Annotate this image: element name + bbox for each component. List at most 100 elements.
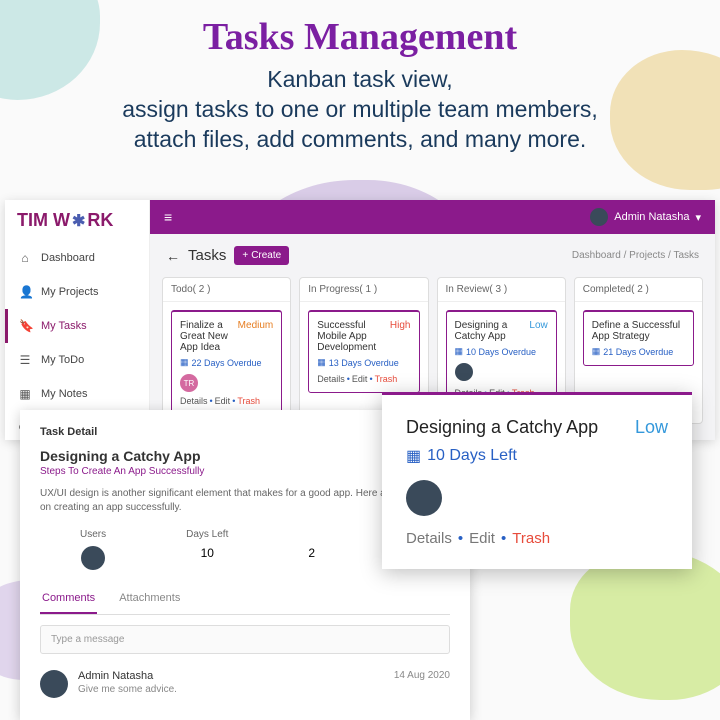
priority-badge: Low (529, 320, 547, 342)
task-card[interactable]: Successful Mobile App DevelopmentHigh ▦1… (308, 310, 419, 393)
user-name: Admin Natasha (614, 211, 689, 223)
note-icon: ▦ (19, 387, 31, 401)
hero-title: Tasks Management (0, 15, 720, 59)
chevron-down-icon: ▾ (695, 211, 701, 224)
sidebar-item-notes[interactable]: ▦ My Notes (5, 377, 149, 411)
zoom-due: ▦ 10 Days Left (406, 446, 668, 466)
user-avatar (81, 546, 105, 570)
sidebar: TIM W✱RK ⌂ Dashboard 👤 My Projects 🔖 My Tas… (5, 200, 150, 440)
sidebar-item-projects[interactable]: 👤 My Projects (5, 275, 149, 309)
column-header: In Review( 3 ) (438, 278, 565, 302)
zoom-priority: Low (635, 417, 668, 438)
column-header: Todo( 2 ) (163, 278, 290, 302)
zoom-avatar (406, 480, 442, 516)
user-icon: 👤 (19, 285, 31, 299)
card-title: Successful Mobile App Development (317, 320, 386, 353)
sidebar-item-dashboard[interactable]: ⌂ Dashboard (5, 241, 149, 275)
crumb[interactable]: Projects (629, 250, 665, 261)
card-title: Define a Successful App Strategy (592, 320, 685, 342)
star-icon: ✱ (72, 211, 85, 231)
sidebar-item-todo[interactable]: ☰ My ToDo (5, 343, 149, 377)
trash-link[interactable]: Trash (237, 396, 260, 406)
edit-link[interactable]: Edit (469, 530, 495, 547)
list-icon: ☰ (19, 353, 31, 367)
create-button[interactable]: +Create (234, 246, 289, 265)
edit-link[interactable]: Edit (215, 396, 231, 406)
column-header: Completed( 2 ) (575, 278, 702, 302)
zoom-due-text: 10 Days Left (427, 447, 517, 465)
sidebar-item-tasks[interactable]: 🔖 My Tasks (5, 309, 149, 343)
tab-comments[interactable]: Comments (40, 584, 97, 614)
sidebar-item-label: Dashboard (41, 252, 95, 264)
calendar-icon: ▦ (317, 357, 326, 368)
assignee-avatar (455, 363, 473, 381)
due-text: 10 Days Overdue (466, 347, 536, 357)
logo: TIM W✱RK (5, 200, 149, 241)
crumb[interactable]: Dashboard (572, 250, 621, 261)
extra-value: 2 (308, 546, 315, 560)
home-icon: ⌂ (19, 251, 31, 265)
tab-attachments[interactable]: Attachments (117, 584, 182, 614)
sidebar-item-label: My Tasks (41, 320, 87, 332)
hero-line: Kanban task view, (0, 65, 720, 95)
zoom-actions: Details•Edit•Trash (406, 530, 668, 547)
bookmark-icon: 🔖 (19, 319, 31, 333)
calendar-icon: ▦ (180, 357, 189, 368)
card-actions: Details•Edit•Trash (180, 396, 273, 406)
edit-link[interactable]: Edit (352, 374, 368, 384)
zoom-title: Designing a Catchy App (406, 417, 598, 438)
column-header: In Progress( 1 ) (300, 278, 427, 302)
daysleft-label: Days Left (186, 529, 228, 540)
priority-badge: High (390, 320, 411, 353)
plus-icon: + (242, 250, 248, 261)
comment-avatar (40, 670, 68, 698)
page-title: Tasks (188, 247, 226, 264)
card-title: Designing a Catchy App (455, 320, 526, 342)
page-header: ← Tasks +Create Dashboard / Projects / T… (150, 234, 715, 277)
message-input[interactable]: Type a message (40, 625, 450, 654)
logo-text: RK (87, 210, 113, 231)
assignee-avatar: TR (180, 374, 198, 392)
card-actions: Details•Edit•Trash (317, 374, 410, 384)
sidebar-item-label: My Notes (41, 388, 87, 400)
topbar: ≡ Admin Natasha ▾ (150, 200, 715, 234)
trash-link[interactable]: Trash (375, 374, 398, 384)
back-arrow-icon[interactable]: ← (166, 248, 180, 264)
logo-text: TIM W (17, 210, 70, 231)
sidebar-item-label: My ToDo (41, 354, 84, 366)
details-link[interactable]: Details (180, 396, 208, 406)
calendar-icon: ▦ (455, 346, 464, 357)
comment-text: Give me some advice. (78, 684, 384, 695)
calendar-icon: ▦ (406, 446, 421, 466)
hero-line: attach files, add comments, and many mor… (0, 125, 720, 155)
calendar-icon: ▦ (592, 346, 601, 357)
card-title: Finalize a Great New App Idea (180, 320, 234, 353)
task-card[interactable]: Define a Successful App Strategy ▦21 Day… (583, 310, 694, 366)
hero-line: assign tasks to one or multiple team mem… (0, 95, 720, 125)
comment-author: Admin Natasha (78, 670, 384, 682)
trash-link[interactable]: Trash (512, 530, 550, 547)
comment-date: 14 Aug 2020 (394, 670, 450, 698)
due-row: ▦21 Days Overdue (592, 346, 685, 357)
task-card[interactable]: Finalize a Great New App IdeaMedium ▦22 … (171, 310, 282, 415)
due-text: 22 Days Overdue (192, 358, 262, 368)
create-label: Create (251, 250, 281, 261)
kanban-column-todo: Todo( 2 ) Finalize a Great New App IdeaM… (162, 277, 291, 424)
avatar (590, 208, 608, 226)
priority-badge: Medium (238, 320, 274, 353)
menu-icon[interactable]: ≡ (164, 209, 172, 225)
detail-tabs: Comments Attachments (40, 584, 450, 615)
due-row: ▦13 Days Overdue (317, 357, 410, 368)
crumb: Tasks (673, 250, 699, 261)
user-menu[interactable]: Admin Natasha ▾ (590, 208, 701, 226)
due-text: 13 Days Overdue (329, 358, 399, 368)
daysleft-value: 10 (186, 546, 228, 560)
comment-row: Admin Natasha Give me some advice. 14 Au… (40, 664, 450, 704)
details-link[interactable]: Details (406, 530, 452, 547)
due-text: 21 Days Overdue (603, 347, 673, 357)
details-link[interactable]: Details (317, 374, 345, 384)
users-label: Users (80, 529, 106, 540)
hero-subtitle: Kanban task view, assign tasks to one or… (0, 65, 720, 155)
sidebar-item-label: My Projects (41, 286, 98, 298)
due-row: ▦10 Days Overdue (455, 346, 548, 357)
